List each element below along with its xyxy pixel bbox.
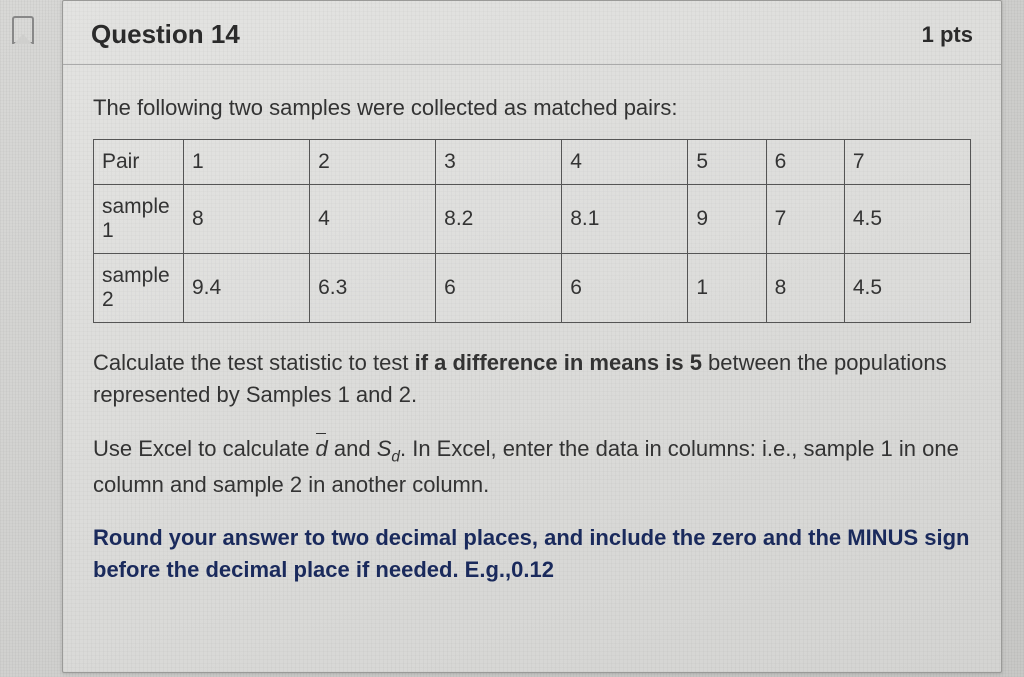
instruction-1: Calculate the test statistic to test if … bbox=[93, 347, 971, 411]
cell: 8.2 bbox=[436, 185, 562, 254]
cell: 6 bbox=[562, 254, 688, 323]
instruction-2: Use Excel to calculate d and Sd. In Exce… bbox=[93, 433, 971, 501]
cell: 4 bbox=[310, 185, 436, 254]
cell: 4 bbox=[562, 140, 688, 185]
cell: 8.1 bbox=[562, 185, 688, 254]
bold-text: if a difference in means is 5 bbox=[415, 350, 702, 375]
left-gutter bbox=[0, 0, 46, 677]
cell: 4.5 bbox=[844, 254, 970, 323]
text: and bbox=[328, 436, 377, 461]
question-header: Question 14 1 pts bbox=[63, 1, 1001, 65]
cell: 8 bbox=[184, 185, 310, 254]
row-label: sample 1 bbox=[94, 185, 184, 254]
cell: 3 bbox=[436, 140, 562, 185]
cell: 2 bbox=[310, 140, 436, 185]
d-bar-symbol: d bbox=[316, 433, 328, 465]
cell: 9.4 bbox=[184, 254, 310, 323]
question-card: Question 14 1 pts The following two samp… bbox=[62, 0, 1002, 673]
sd-main: S bbox=[377, 436, 392, 461]
cell: 8 bbox=[766, 254, 844, 323]
cell: 7 bbox=[766, 185, 844, 254]
cell: 1 bbox=[688, 254, 766, 323]
data-table: Pair 1 2 3 4 5 6 7 sample 1 8 4 8.2 8.1 … bbox=[93, 139, 971, 323]
question-title: Question 14 bbox=[91, 19, 240, 50]
prompt-text: The following two samples were collected… bbox=[93, 95, 971, 121]
question-body: The following two samples were collected… bbox=[63, 65, 1001, 618]
text: Calculate the test statistic to test bbox=[93, 350, 415, 375]
instruction-3: Round your answer to two decimal places,… bbox=[93, 522, 971, 586]
cell: 6 bbox=[436, 254, 562, 323]
cell: 5 bbox=[688, 140, 766, 185]
cell: 7 bbox=[844, 140, 970, 185]
cell: 6 bbox=[766, 140, 844, 185]
text: Use Excel to calculate bbox=[93, 436, 316, 461]
sd-sub: d bbox=[391, 448, 400, 465]
row-label: Pair bbox=[94, 140, 184, 185]
table-row: sample 2 9.4 6.3 6 6 1 8 4.5 bbox=[94, 254, 971, 323]
table-row: sample 1 8 4 8.2 8.1 9 7 4.5 bbox=[94, 185, 971, 254]
cell: 9 bbox=[688, 185, 766, 254]
question-points: 1 pts bbox=[922, 22, 973, 48]
row-label: sample 2 bbox=[94, 254, 184, 323]
bookmark-icon[interactable] bbox=[12, 16, 34, 44]
cell: 6.3 bbox=[310, 254, 436, 323]
table-row: Pair 1 2 3 4 5 6 7 bbox=[94, 140, 971, 185]
cell: 4.5 bbox=[844, 185, 970, 254]
cell: 1 bbox=[184, 140, 310, 185]
